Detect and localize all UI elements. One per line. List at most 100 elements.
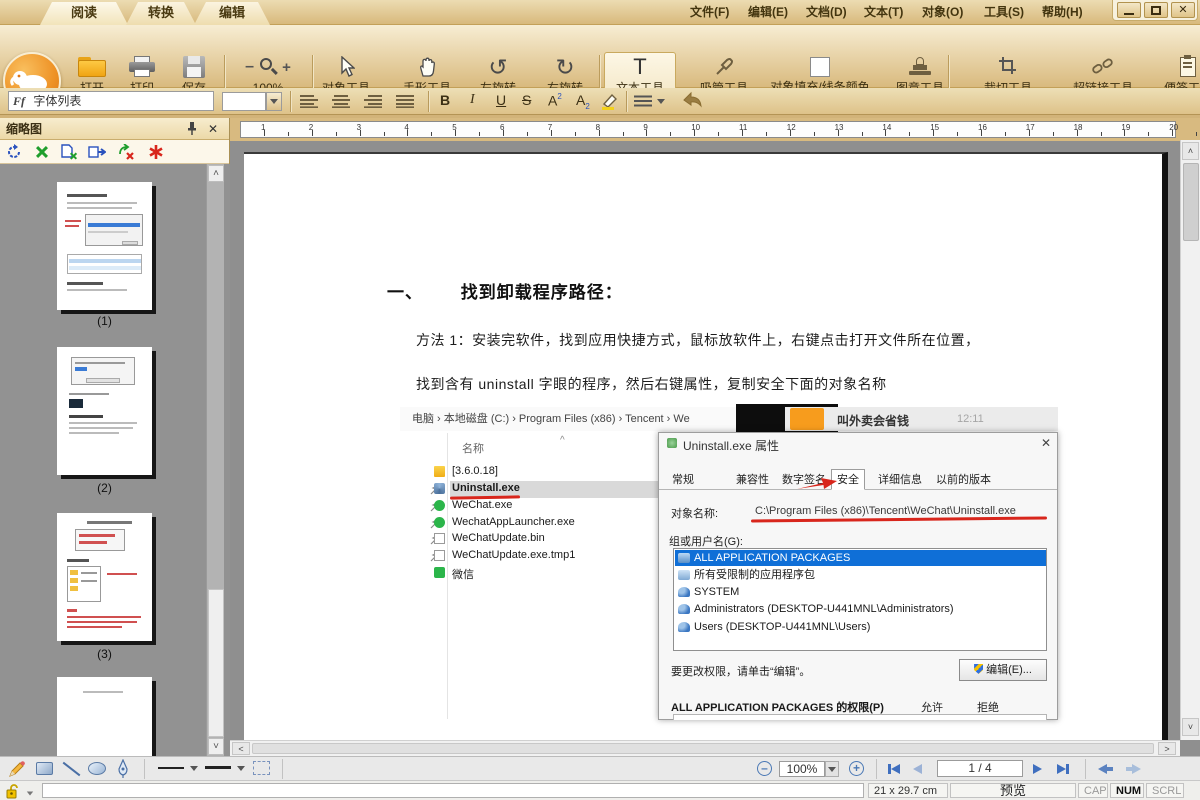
file-row[interactable]: WechatAppLauncher.exe xyxy=(452,516,575,532)
line-spacing-button[interactable] xyxy=(634,95,652,107)
line-spacing-dropdown[interactable] xyxy=(657,99,665,104)
line-tool-button[interactable] xyxy=(60,761,80,777)
align-left-button[interactable] xyxy=(300,94,318,108)
line-style-sample[interactable] xyxy=(205,766,231,769)
superscript-button[interactable]: A2 xyxy=(548,92,562,110)
next-page-button[interactable] xyxy=(1033,764,1042,774)
list-item[interactable]: ALL APPLICATION PACKAGES xyxy=(675,550,1046,566)
menu-object[interactable]: 对象(O) xyxy=(922,3,963,21)
menu-help[interactable]: 帮助(H) xyxy=(1042,3,1083,21)
menu-tools[interactable]: 工具(S) xyxy=(984,3,1024,21)
page-indicator[interactable]: 1 / 4 xyxy=(937,760,1023,777)
scroll-down-button[interactable]: ˅ xyxy=(1182,718,1199,736)
bold-button[interactable]: B xyxy=(440,92,450,108)
delete-page-icon[interactable] xyxy=(148,144,164,160)
menu-edit[interactable]: 编辑(E) xyxy=(748,3,788,21)
maximize-button[interactable] xyxy=(1144,2,1168,18)
thumbnail-page-4[interactable] xyxy=(57,677,152,756)
pen-tool-button[interactable] xyxy=(116,759,130,779)
minimize-button[interactable] xyxy=(1117,2,1141,18)
zoom-in-button[interactable]: + xyxy=(282,59,291,76)
line-width-sample[interactable] xyxy=(158,767,184,769)
menu-text[interactable]: 文本(T) xyxy=(864,3,903,21)
horizontal-scrollbar[interactable]: < > xyxy=(230,740,1180,756)
scrollbar-thumb[interactable] xyxy=(208,589,224,737)
file-row[interactable]: WeChat.exe xyxy=(452,499,512,515)
scroll-up-button[interactable]: ˄ xyxy=(208,165,224,182)
extract-page-icon[interactable] xyxy=(60,144,78,160)
highlighter-button[interactable] xyxy=(600,92,620,110)
dialog-tab-general[interactable]: 常规 xyxy=(667,471,699,489)
dialog-tab-versions[interactable]: 以前的版本 xyxy=(931,471,996,489)
dialog-tab-details[interactable]: 详细信息 xyxy=(873,471,927,489)
panel-close-icon[interactable]: ✕ xyxy=(208,118,218,140)
zoom-out-button[interactable]: – xyxy=(757,761,772,776)
italic-button[interactable]: I xyxy=(470,92,475,108)
tab-convert[interactable]: 转换 xyxy=(126,2,196,25)
thumbnail-page-1[interactable] xyxy=(57,182,152,310)
tab-edit[interactable]: 编辑 xyxy=(194,2,270,25)
first-page-button[interactable] xyxy=(888,764,900,774)
pin-icon[interactable] xyxy=(186,121,198,135)
pencil-tool-button[interactable] xyxy=(8,760,26,778)
scroll-down-button[interactable]: ˅ xyxy=(208,738,224,755)
last-page-button[interactable] xyxy=(1057,764,1069,774)
menu-document[interactable]: 文档(D) xyxy=(806,3,847,21)
replace-page-icon[interactable] xyxy=(88,144,106,160)
tab-read[interactable]: 阅读 xyxy=(40,2,128,25)
dialog-tab-compat[interactable]: 兼容性 xyxy=(731,471,774,489)
strikethrough-button[interactable]: S xyxy=(522,92,531,108)
align-justify-button[interactable] xyxy=(396,94,414,108)
subscript-button[interactable]: A2 xyxy=(576,92,590,111)
forward-view-button[interactable] xyxy=(1126,764,1141,774)
align-center-button[interactable] xyxy=(332,94,350,108)
scroll-right-button[interactable]: > xyxy=(1158,742,1176,755)
thumbnail-scrollbar[interactable]: ˄ ˅ xyxy=(206,164,224,756)
previous-page-button[interactable] xyxy=(913,764,922,774)
rotate-page-icon[interactable] xyxy=(6,144,22,160)
file-row[interactable]: 微信 xyxy=(452,566,474,582)
font-list-combo[interactable]: Ff 字体列表 xyxy=(8,91,214,111)
line-width-dropdown[interactable] xyxy=(190,766,198,771)
scroll-left-button[interactable]: < xyxy=(232,742,250,755)
align-right-button[interactable] xyxy=(364,94,382,108)
lock-dropdown[interactable] xyxy=(26,791,34,796)
scrollbar-thumb[interactable] xyxy=(252,743,1154,754)
list-item[interactable]: SYSTEM xyxy=(675,584,1046,600)
zoom-out-button[interactable]: – xyxy=(245,58,254,76)
undo-button[interactable] xyxy=(680,91,704,111)
zoom-dropdown-button[interactable] xyxy=(825,761,839,777)
selection-style-button[interactable] xyxy=(253,761,270,775)
dialog-close-icon[interactable]: ✕ xyxy=(1041,436,1051,450)
scrollbar-thumb[interactable] xyxy=(1183,163,1199,241)
file-row[interactable]: WeChatUpdate.bin xyxy=(452,532,545,548)
preview-mode-label[interactable]: 预览 xyxy=(950,783,1076,798)
list-item[interactable]: Administrators (DESKTOP-U441MNL\Administ… xyxy=(675,601,1046,617)
vertical-scrollbar[interactable]: ˄ ˅ xyxy=(1180,140,1200,740)
close-button[interactable]: ✕ xyxy=(1171,2,1195,18)
font-size-dropdown-button[interactable] xyxy=(266,92,282,111)
group-user-listbox[interactable]: ALL APPLICATION PACKAGES 所有受限制的应用程序包 SYS… xyxy=(673,548,1047,651)
back-view-button[interactable] xyxy=(1098,764,1113,774)
rectangle-tool-button[interactable] xyxy=(36,762,53,775)
line-style-dropdown[interactable] xyxy=(237,766,245,771)
file-row[interactable]: [3.6.0.18] xyxy=(452,465,498,481)
file-row[interactable]: WeChatUpdate.exe.tmp1 xyxy=(452,549,575,565)
column-header-name[interactable]: 名称 xyxy=(462,440,484,456)
zoom-in-button[interactable]: + xyxy=(849,761,864,776)
zoom-value-combo[interactable]: 100% xyxy=(779,761,825,777)
object-name-value: C:\Program Files (x86)\Tencent\WeChat\Un… xyxy=(755,505,1016,517)
lock-icon[interactable] xyxy=(5,784,21,799)
insert-page-icon[interactable] xyxy=(34,144,50,160)
scroll-up-button[interactable]: ˄ xyxy=(1182,142,1199,160)
font-size-combo[interactable] xyxy=(222,92,266,111)
underline-button[interactable]: U xyxy=(496,92,506,108)
thumbnail-page-2[interactable] xyxy=(57,347,152,475)
move-page-icon[interactable] xyxy=(118,144,136,160)
list-item[interactable]: Users (DESKTOP-U441MNL\Users) xyxy=(675,619,1046,635)
edit-permissions-button[interactable]: 编辑(E)... xyxy=(959,659,1047,681)
ellipse-tool-button[interactable] xyxy=(88,762,106,775)
list-item[interactable]: 所有受限制的应用程序包 xyxy=(675,567,1046,583)
thumbnail-page-3[interactable] xyxy=(57,513,152,641)
menu-file[interactable]: 文件(F) xyxy=(690,3,729,21)
